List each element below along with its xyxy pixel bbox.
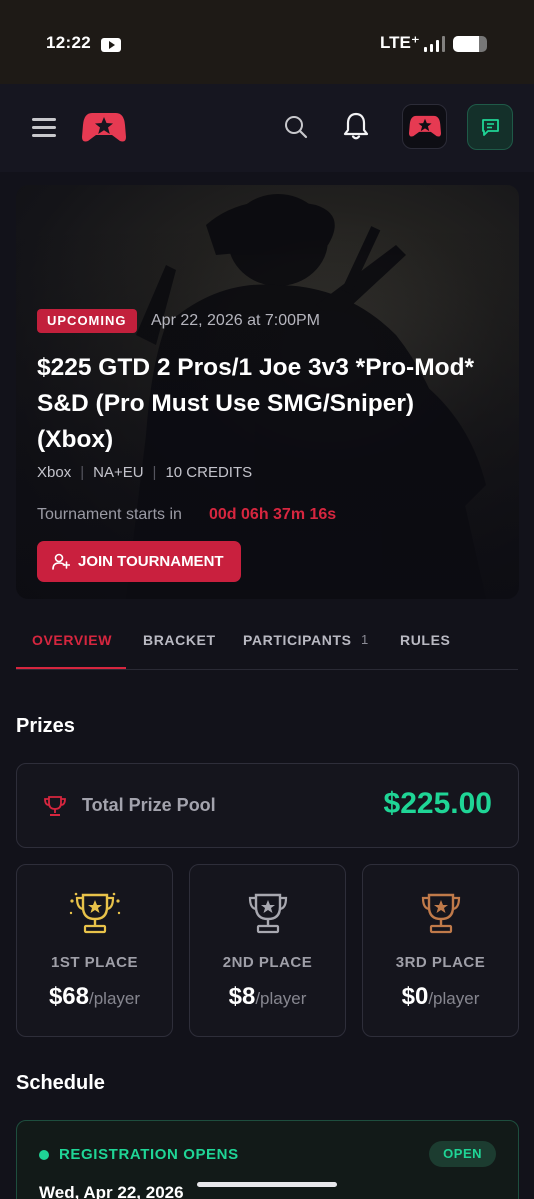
chat-button[interactable] xyxy=(467,104,513,150)
status-time: 12:22 xyxy=(46,33,91,52)
prize-pool-card: Total Prize Pool $225.00 xyxy=(16,763,519,848)
meta-divider: | xyxy=(80,464,85,481)
app-header xyxy=(0,84,534,172)
active-tab-indicator xyxy=(16,667,126,669)
starts-label: Tournament starts in xyxy=(37,506,182,523)
chat-icon xyxy=(482,119,499,136)
prizes-heading: Prizes xyxy=(16,715,75,737)
prize-amount: $0 xyxy=(401,983,429,1010)
tab-overview[interactable]: OVERVIEW xyxy=(32,632,112,648)
place-prize: $8/player xyxy=(190,983,345,1011)
credits-label: 10 CREDITS xyxy=(165,464,253,481)
tournament-meta: Xbox | NA+EU | 10 CREDITS xyxy=(37,464,252,481)
place-label: 2ND PLACE xyxy=(222,954,313,971)
prize-pool-amount: $225.00 xyxy=(383,787,492,820)
gold-trophy-icon xyxy=(69,892,121,934)
open-badge: OPEN xyxy=(429,1141,496,1167)
signal-icon xyxy=(424,36,446,52)
second-place-card: 2ND PLACE $8/player xyxy=(189,864,346,1037)
avatar-logo-icon xyxy=(409,115,441,137)
trophy-icon xyxy=(44,796,66,816)
schedule-item-date: Wed, Apr 22, 2026 xyxy=(39,1183,184,1199)
tournament-title: $225 GTD 2 Pros/1 Joe 3v3 *Pro-Mod* S&D … xyxy=(37,354,475,453)
meta-divider: | xyxy=(152,464,157,481)
game-controller-logo[interactable] xyxy=(82,111,126,143)
bell-icon[interactable] xyxy=(343,112,369,140)
place-prize: $68/player xyxy=(17,983,172,1011)
first-place-card: 1ST PLACE $68/player xyxy=(16,864,173,1037)
schedule-item: REGISTRATION OPENS OPEN Wed, Apr 22, 202… xyxy=(16,1120,519,1199)
tab-rules[interactable]: RULES xyxy=(400,632,450,648)
youtube-notification-icon xyxy=(101,38,121,52)
battery-icon xyxy=(453,36,487,52)
place-label: 3RD PLACE xyxy=(395,954,486,971)
prize-amount: $68 xyxy=(48,983,89,1010)
avatar[interactable] xyxy=(402,104,447,149)
place-prize: $0/player xyxy=(363,983,518,1011)
tab-participants[interactable]: PARTICIPANTS xyxy=(243,632,352,648)
join-tournament-button[interactable]: JOIN TOURNAMENT xyxy=(37,541,241,582)
place-label: 1ST PLACE xyxy=(50,954,138,971)
tab-bracket[interactable]: BRACKET xyxy=(143,632,216,648)
prize-unit: /player xyxy=(89,989,141,1008)
bronze-trophy-icon xyxy=(421,893,461,934)
add-user-icon xyxy=(52,553,70,570)
tournament-date: Apr 22, 2026 at 7:00PM xyxy=(151,312,320,329)
schedule-item-label: REGISTRATION OPENS xyxy=(59,1146,239,1163)
search-icon[interactable] xyxy=(284,115,308,139)
home-indicator[interactable] xyxy=(197,1182,337,1187)
third-place-card: 3RD PLACE $0/player xyxy=(362,864,519,1037)
status-badge: UPCOMING xyxy=(37,309,137,333)
network-type: LTE⁺ xyxy=(380,33,420,52)
participants-count: 1 xyxy=(361,632,369,647)
prize-unit: /player xyxy=(428,989,480,1008)
prize-amount: $8 xyxy=(228,983,256,1010)
status-dot xyxy=(39,1150,49,1160)
region-label: NA+EU xyxy=(93,464,144,481)
join-button-label: JOIN TOURNAMENT xyxy=(78,553,224,570)
platform-label: Xbox xyxy=(37,464,72,481)
prize-unit: /player xyxy=(255,989,307,1008)
status-bar: 12:22 LTE⁺ xyxy=(0,0,534,84)
prize-pool-label: Total Prize Pool xyxy=(82,795,216,815)
hamburger-icon[interactable] xyxy=(32,118,56,137)
tournament-tabs: OVERVIEW BRACKET PARTICIPANTS 1 RULES xyxy=(16,620,518,670)
silver-trophy-icon xyxy=(248,893,288,934)
countdown-timer: 00d 06h 37m 16s xyxy=(209,506,337,523)
schedule-heading: Schedule xyxy=(16,1072,105,1094)
